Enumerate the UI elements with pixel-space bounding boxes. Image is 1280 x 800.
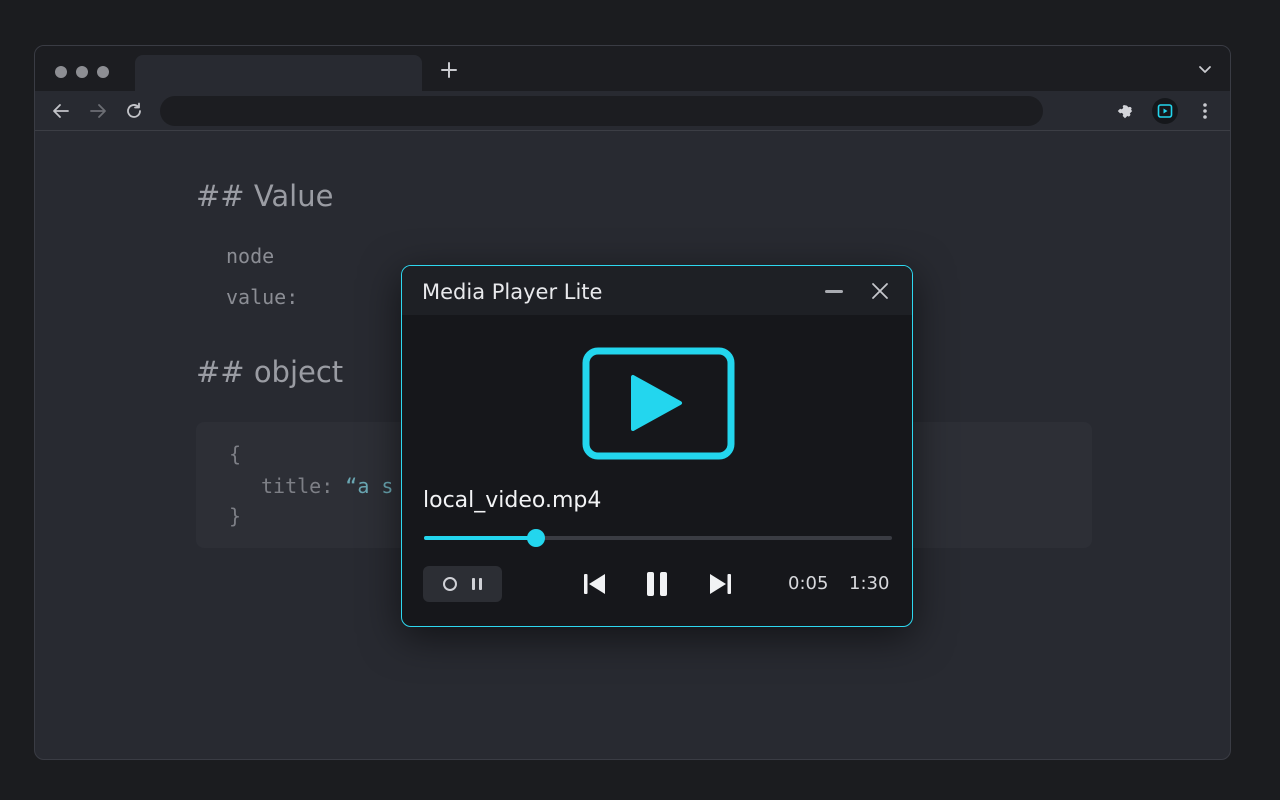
address-bar[interactable] [160, 96, 1043, 126]
chevron-down-icon[interactable] [1198, 65, 1212, 75]
new-tab-icon[interactable] [439, 60, 459, 80]
minimize-icon[interactable] [823, 283, 845, 299]
media-player-extension-button[interactable] [1152, 98, 1178, 124]
extensions-puzzle-icon[interactable] [1115, 101, 1135, 121]
window-controls [55, 66, 109, 78]
maximize-window-button[interactable] [97, 66, 109, 78]
seek-slider[interactable] [424, 528, 892, 548]
elapsed-time: 0:05 [788, 573, 829, 594]
record-pause-toggle[interactable] [423, 566, 502, 602]
text-value: value: [226, 285, 299, 309]
tab-strip [35, 46, 1230, 91]
close-window-button[interactable] [55, 66, 67, 78]
heading-object: ## object [196, 355, 344, 389]
small-pause-icon [471, 578, 482, 590]
total-duration: 1:30 [849, 573, 890, 594]
more-vertical-icon[interactable] [1195, 101, 1215, 121]
code-title-line: title: “a s [261, 474, 393, 498]
code-open-brace: { [229, 442, 242, 466]
minimize-window-button[interactable] [76, 66, 88, 78]
forward-arrow-icon[interactable] [88, 101, 108, 121]
close-icon[interactable] [870, 281, 890, 301]
seek-handle[interactable] [527, 529, 546, 547]
browser-tab[interactable] [135, 55, 422, 91]
text-node: node [226, 244, 275, 268]
pause-icon[interactable] [642, 569, 672, 599]
play-square-icon [1157, 104, 1173, 118]
video-play-icon[interactable] [581, 346, 736, 461]
skip-previous-icon[interactable] [580, 569, 610, 599]
skip-next-icon[interactable] [705, 569, 735, 599]
player-title: Media Player Lite [422, 280, 603, 304]
code-key: title: [261, 474, 346, 498]
file-name: local_video.mp4 [423, 488, 602, 513]
seek-progress [424, 536, 537, 540]
code-close-brace: } [229, 504, 242, 528]
back-arrow-icon[interactable] [51, 101, 71, 121]
heading-value: ## Value [196, 179, 334, 213]
code-string: “a s [345, 474, 394, 498]
player-title-bar[interactable]: Media Player Lite [402, 266, 912, 315]
record-icon [442, 577, 457, 591]
browser-toolbar [35, 91, 1230, 131]
media-player-window: Media Player Lite local_video.mp4 0:05 1… [401, 265, 913, 627]
reload-icon[interactable] [124, 101, 144, 121]
